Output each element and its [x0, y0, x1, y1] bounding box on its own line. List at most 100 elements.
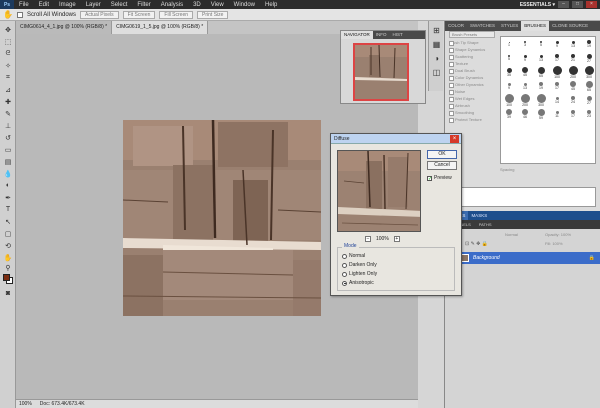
brush-preset[interactable]: 65 [581, 79, 597, 93]
brush-preset[interactable]: 100 [501, 93, 517, 107]
brush-option[interactable]: Scattering [449, 53, 495, 60]
close-icon[interactable]: × [586, 1, 597, 8]
zoom-out-icon[interactable]: − [365, 236, 371, 242]
zoom-level[interactable]: 100% [19, 401, 32, 407]
brush-preset[interactable]: 11 [549, 107, 565, 121]
ok-button[interactable]: OK [427, 150, 457, 159]
brush-preset[interactable]: 21 [565, 51, 581, 65]
brush-option[interactable]: Smoothing [449, 109, 495, 116]
radio-button[interactable] [342, 253, 347, 259]
menu-image[interactable]: Image [54, 2, 81, 8]
dodge-tool-icon[interactable]: ◐ [3, 181, 13, 190]
checkmark-icon[interactable]: ✓ [427, 175, 432, 181]
clone-stamp-tool-icon[interactable]: ⊥ [3, 121, 13, 130]
brush-preset[interactable]: 300 [581, 65, 597, 79]
brush-option[interactable]: Dual Brush [449, 67, 495, 74]
path-selection-tool-icon[interactable]: ↖ [3, 217, 13, 226]
brush-preset[interactable]: 24 [565, 93, 581, 107]
hand-tool-icon[interactable]: ✋ [3, 253, 13, 262]
tab-info[interactable]: INFO [373, 31, 390, 39]
fit-screen-button[interactable]: Fit Screen [122, 10, 156, 19]
menu-edit[interactable]: Edit [34, 2, 54, 8]
menu-help[interactable]: Help [260, 2, 282, 8]
type-tool-icon[interactable]: T [3, 205, 13, 214]
document-tab-2[interactable]: CIMG0619_1_5.jpg @ 100% (RGB/8) * [112, 21, 209, 34]
menu-3d[interactable]: 3D [188, 2, 206, 8]
zoom-tool-icon[interactable]: ⚲ [3, 263, 13, 272]
fill-screen-button[interactable]: Fill Screen [159, 10, 194, 19]
brush-tip-shape[interactable]: Brush Tip Shape [449, 39, 495, 46]
brush-preset[interactable]: 35 [501, 65, 517, 79]
document-tab-1[interactable]: CIMG0614_4_1.jpg @ 100% (RGB/8) * [16, 21, 113, 34]
tab-paths[interactable]: PATHS [475, 220, 496, 229]
histogram-panel-icon[interactable]: ▦ [431, 39, 442, 50]
print-size-button[interactable]: Print Size [197, 10, 229, 19]
brush-preset[interactable]: 3 [517, 37, 533, 51]
brush-preset[interactable]: 200 [517, 93, 533, 107]
menu-layer[interactable]: Layer [81, 2, 106, 8]
eraser-tool-icon[interactable]: ▭ [3, 145, 13, 154]
brush-preset[interactable]: 14 [549, 93, 565, 107]
brush-preset[interactable]: 1 [501, 37, 517, 51]
workspace-switcher[interactable]: ESSENTIALS ▾ [520, 2, 555, 8]
navigator-thumbnail[interactable] [353, 43, 409, 101]
quick-mask-icon[interactable]: ◙ [3, 289, 13, 298]
gradient-tool-icon[interactable]: ▤ [3, 157, 13, 166]
brush-preset[interactable]: 17 [549, 51, 565, 65]
preview-checkbox[interactable]: ✓ Preview [427, 175, 452, 181]
brush-preset[interactable]: 100 [549, 65, 565, 79]
radio-button[interactable] [342, 271, 347, 277]
eyedropper-tool-icon[interactable]: ⊿ [3, 85, 13, 94]
tab-histogram[interactable]: HIST [390, 31, 406, 39]
close-icon[interactable]: × [450, 135, 459, 143]
foreground-color-swatch[interactable] [3, 274, 10, 281]
maximize-icon[interactable]: □ [572, 1, 583, 8]
lock-icons[interactable]: ⊡ ✎ ✥ 🔒 [465, 241, 488, 247]
radio-button-selected[interactable] [342, 280, 347, 286]
mode-normal-radio[interactable]: Normal [342, 253, 365, 259]
lasso-tool-icon[interactable]: ᘓ [3, 49, 13, 58]
brush-option[interactable]: Color Dynamics [449, 74, 495, 81]
menu-view[interactable]: View [206, 2, 229, 8]
brush-preset[interactable]: 39 [501, 107, 517, 121]
brush-option[interactable]: Wet Edges [449, 95, 495, 102]
brush-preset[interactable]: 300 [533, 93, 549, 107]
brush-preset[interactable]: 9 [501, 79, 517, 93]
brush-preset[interactable]: 65 [533, 65, 549, 79]
brush-preset[interactable]: 5 [533, 37, 549, 51]
brush-preset[interactable]: 17 [565, 107, 581, 121]
3d-rotate-tool-icon[interactable]: ⟲ [3, 241, 13, 250]
tab-styles[interactable]: STYLES [498, 21, 521, 31]
tab-navigator[interactable]: NAVIGATOR [341, 31, 373, 39]
brush-preset[interactable]: 19 [581, 37, 597, 51]
fill-field[interactable]: Fill: 100% [545, 241, 563, 246]
zoom-in-icon[interactable]: + [393, 236, 400, 242]
menu-file[interactable]: File [14, 2, 34, 8]
opacity-field[interactable]: Opacity: 100% [545, 232, 571, 237]
document-image[interactable] [123, 120, 321, 316]
brush-presets-button[interactable]: Brush Presets [449, 31, 495, 38]
brush-option[interactable]: Noise [449, 88, 495, 95]
brush-preset[interactable]: 5 [501, 51, 517, 65]
mode-lighten-radio[interactable]: Lighten Only [342, 271, 377, 277]
brush-tool-icon[interactable]: ✎ [3, 109, 13, 118]
brush-preset[interactable]: 46 [517, 107, 533, 121]
menu-filter[interactable]: Filter [132, 2, 155, 8]
brush-preset[interactable]: 13 [517, 79, 533, 93]
crop-tool-icon[interactable]: ⌗ [3, 73, 13, 82]
brush-preset[interactable]: 9 [517, 51, 533, 65]
move-tool-icon[interactable]: ✥ [3, 25, 13, 34]
brush-preset[interactable]: 27 [581, 51, 597, 65]
brush-option[interactable]: Shape Dynamics [449, 46, 495, 53]
brush-preset[interactable]: 45 [517, 65, 533, 79]
tab-masks[interactable]: MASKS [468, 211, 490, 220]
brush-preset[interactable]: 13 [565, 37, 581, 51]
pen-tool-icon[interactable]: ✒ [3, 193, 13, 202]
filter-preview[interactable] [337, 150, 421, 232]
brush-preset[interactable]: 9 [549, 37, 565, 51]
brush-option[interactable]: Texture [449, 60, 495, 67]
menu-analysis[interactable]: Analysis [156, 2, 188, 8]
tab-clone-source[interactable]: CLONE SOURCE [549, 21, 591, 31]
layers-panel-icon[interactable]: ◫ [431, 67, 442, 78]
scroll-all-checkbox[interactable] [16, 11, 23, 18]
